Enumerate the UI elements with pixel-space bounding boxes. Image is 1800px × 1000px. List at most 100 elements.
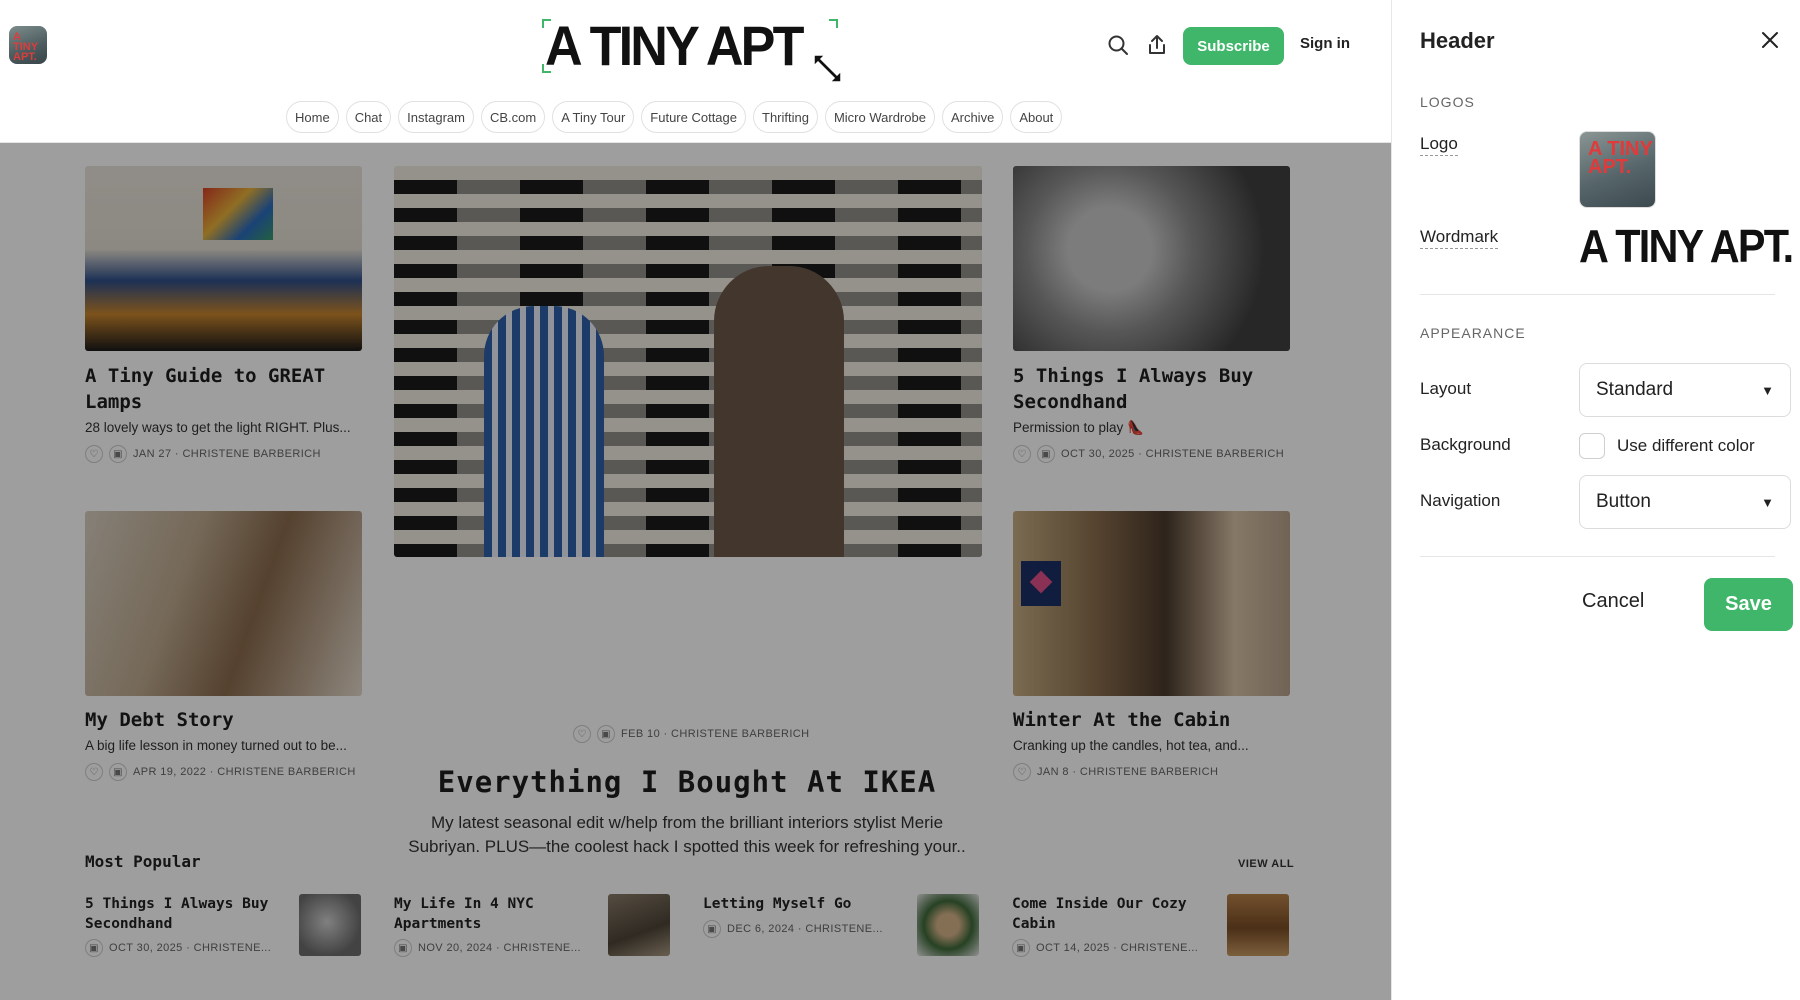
checkbox-label[interactable]: Use different color: [1617, 436, 1755, 456]
lock-icon: ▣: [1012, 939, 1030, 957]
post-title[interactable]: A Tiny Guide to GREAT Lamps: [85, 363, 365, 415]
nav-item-micro-wardrobe[interactable]: Micro Wardrobe: [824, 101, 935, 133]
cancel-button[interactable]: Cancel: [1582, 590, 1644, 613]
figure-right: [714, 266, 844, 557]
lock-icon: ▣: [85, 939, 103, 957]
lock-icon: ▣: [394, 939, 412, 957]
post-image[interactable]: [1013, 166, 1290, 351]
wordmark-upload[interactable]: A TINY APT.: [1579, 224, 1800, 268]
wordmark-label: Wordmark: [1420, 227, 1499, 249]
post-meta-text: JAN 8 · CHRISTENE BARBERICH: [1037, 766, 1219, 778]
chevron-down-icon: ▼: [1761, 382, 1774, 398]
popular-meta-text: DEC 6, 2024 · CHRISTENE...: [727, 923, 883, 935]
navigation-select[interactable]: Button ▼: [1579, 475, 1791, 529]
subscribe-button[interactable]: Subscribe: [1183, 27, 1284, 65]
popular-item-meta: ▣ OCT 14, 2025 · CHRISTENE...: [1012, 939, 1198, 957]
post-meta-text: JAN 27 · CHRISTENE BARBERICH: [133, 448, 321, 460]
lock-icon: ▣: [109, 763, 127, 781]
search-icon[interactable]: [1106, 33, 1130, 57]
feature-meta-text: FEB 10 · CHRISTENE BARBERICH: [621, 728, 810, 740]
post-image[interactable]: [85, 166, 362, 351]
site-preview: A TINY APT. A TINY APT Subscribe Sign in…: [0, 0, 1391, 1000]
selection-corner: [829, 19, 838, 28]
logo-label: Logo: [1420, 134, 1458, 156]
site-header: A TINY APT. A TINY APT Subscribe Sign in…: [0, 0, 1391, 143]
feature-title[interactable]: Everything I Bought At IKEA: [394, 765, 980, 799]
like-icon[interactable]: ♡: [1013, 445, 1031, 463]
popular-item-meta: ▣ DEC 6, 2024 · CHRISTENE...: [703, 920, 883, 938]
layout-select-value: Standard: [1596, 379, 1674, 400]
site-nav: Home Chat Instagram CB.com A Tiny Tour F…: [286, 101, 1063, 133]
popular-item-title[interactable]: 5 Things I Always Buy Secondhand: [85, 894, 275, 934]
popular-item-thumb[interactable]: [1227, 894, 1289, 956]
logo-upload[interactable]: A TINY APT.: [1579, 131, 1656, 208]
popular-item-title[interactable]: My Life In 4 NYC Apartments: [394, 894, 584, 934]
use-different-color-checkbox[interactable]: [1579, 433, 1605, 459]
feature-image[interactable]: [394, 166, 982, 557]
lock-icon: ▣: [703, 920, 721, 938]
lock-icon: ▣: [109, 445, 127, 463]
publication-logo[interactable]: A TINY APT.: [9, 26, 47, 64]
layout-label: Layout: [1420, 379, 1472, 398]
popular-meta-text: OCT 30, 2025 · CHRISTENE...: [109, 942, 272, 954]
wordmark-label-text: Wordmark: [1420, 227, 1499, 249]
site-body: A Tiny Guide to GREAT Lamps 28 lovely wa…: [0, 143, 1391, 1000]
post-image[interactable]: [85, 511, 362, 696]
popular-item-title[interactable]: Letting Myself Go: [703, 894, 893, 914]
figure-left: [484, 306, 604, 557]
logo-thumb-text: A TINY APT.: [1588, 138, 1653, 178]
painting-shape: [203, 188, 273, 240]
popular-item-thumb[interactable]: [299, 894, 361, 956]
logo-label-text: Logo: [1420, 134, 1458, 156]
popular-item-thumb[interactable]: [917, 894, 979, 956]
post-meta: ♡ ▣ JAN 27 · CHRISTENE BARBERICH: [85, 445, 321, 463]
feature-subtitle: My latest seasonal edit w/help from the …: [408, 813, 966, 856]
panel-title: Header: [1420, 28, 1495, 53]
post-title[interactable]: Winter At the Cabin: [1013, 707, 1293, 733]
nav-item-cb-com[interactable]: CB.com: [480, 101, 546, 133]
post-title[interactable]: My Debt Story: [85, 707, 365, 733]
appearance-section-label: APPEARANCE: [1420, 325, 1526, 341]
sign-in-link[interactable]: Sign in: [1300, 35, 1350, 52]
post-image[interactable]: [1013, 511, 1290, 696]
nav-item-chat[interactable]: Chat: [345, 101, 392, 133]
popular-item-title[interactable]: Come Inside Our Cozy Cabin: [1012, 894, 1202, 934]
nav-item-a-tiny-tour[interactable]: A Tiny Tour: [552, 101, 635, 133]
nav-item-home[interactable]: Home: [286, 101, 339, 133]
post-meta-text: APR 19, 2022 · CHRISTENE BARBERICH: [133, 766, 356, 778]
view-all-link[interactable]: VIEW ALL: [1238, 858, 1294, 870]
wordmark-selection[interactable]: A TINY APT: [542, 14, 838, 77]
lock-icon: ▣: [1037, 445, 1055, 463]
post-meta: ♡ JAN 8 · CHRISTENE BARBERICH: [1013, 763, 1218, 781]
layout-select[interactable]: Standard ▼: [1579, 363, 1791, 417]
popular-item-thumb[interactable]: [608, 894, 670, 956]
section-divider: [1420, 294, 1775, 295]
close-icon[interactable]: [1758, 28, 1782, 52]
selection-corner: [542, 64, 551, 73]
like-icon[interactable]: ♡: [85, 445, 103, 463]
site-wordmark: A TINY APT: [545, 14, 804, 77]
nav-item-about[interactable]: About: [1010, 101, 1063, 133]
post-subtitle: Cranking up the candles, hot tea, and...: [1013, 738, 1249, 753]
post-subtitle: 28 lovely ways to get the light RIGHT. P…: [85, 420, 351, 435]
navigation-select-value: Button: [1596, 491, 1651, 512]
background-option: Use different color: [1579, 433, 1755, 459]
nav-item-future-cottage[interactable]: Future Cottage: [641, 101, 746, 133]
nav-item-instagram[interactable]: Instagram: [398, 101, 474, 133]
like-icon[interactable]: ♡: [1013, 763, 1031, 781]
share-icon[interactable]: [1145, 33, 1169, 57]
nav-item-archive[interactable]: Archive: [941, 101, 1004, 133]
header-settings-panel: Header LOGOS Logo A TINY APT. Wordmark A…: [1391, 0, 1800, 1000]
popular-item-meta: ▣ NOV 20, 2024 · CHRISTENE...: [394, 939, 581, 957]
selection-corner: [542, 19, 551, 28]
like-icon[interactable]: ♡: [85, 763, 103, 781]
resize-cursor-icon: [813, 54, 842, 83]
nav-item-thrifting[interactable]: Thrifting: [753, 101, 818, 133]
save-button[interactable]: Save: [1704, 578, 1793, 631]
popular-item-meta: ▣ OCT 30, 2025 · CHRISTENE...: [85, 939, 271, 957]
post-title[interactable]: 5 Things I Always Buy Secondhand: [1013, 363, 1293, 415]
like-icon[interactable]: ♡: [573, 725, 591, 743]
logos-section-label: LOGOS: [1420, 94, 1475, 110]
post-meta-text: OCT 30, 2025 · CHRISTENE BARBERICH: [1061, 448, 1285, 460]
post-subtitle: Permission to play 👠: [1013, 420, 1144, 435]
